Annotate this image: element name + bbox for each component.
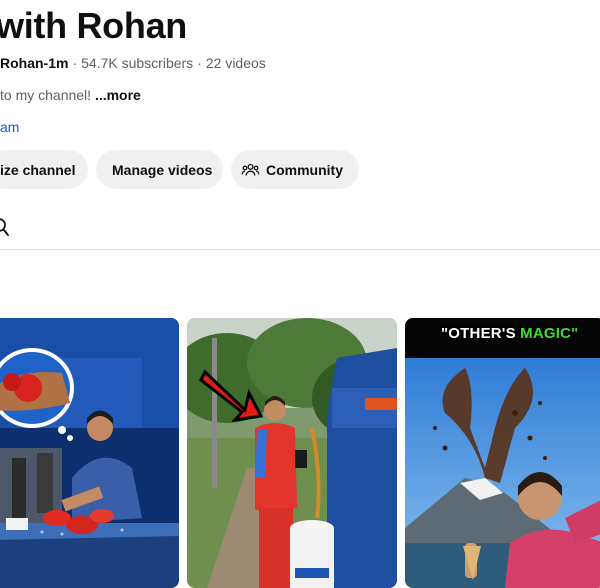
channel-handle[interactable]: Rohan-1m [0, 55, 68, 71]
description-text: to my channel! [0, 87, 95, 103]
community-icon [241, 163, 260, 176]
thumbnail-caption: "OTHER'S MAGIC" [441, 325, 578, 342]
channel-external-link[interactable]: am [0, 117, 19, 137]
caption-part-green: MAGIC" [520, 325, 579, 342]
customize-channel-button[interactable]: ize channel [0, 150, 88, 189]
volcano-thumbnail-image [405, 318, 600, 588]
tab-divider [0, 249, 600, 250]
meta-separator: · [72, 55, 78, 71]
search-icon[interactable] [0, 216, 14, 238]
subscriber-count: 54.7K subscribers [81, 55, 194, 71]
video-count: 22 videos [205, 55, 266, 71]
customize-channel-label: ize channel [0, 161, 76, 178]
community-button[interactable]: Community [231, 150, 359, 189]
channel-meta: Rohan-1m · 54.7K subscribers · 22 videos [0, 53, 266, 73]
channel-description[interactable]: to my channel! ...more [0, 85, 141, 105]
channel-title: with Rohan [0, 5, 187, 46]
video-thumbnail-2[interactable] [187, 318, 397, 588]
caption-part-white: "OTHER'S [441, 325, 521, 342]
video-thumbnail-3[interactable] [405, 318, 600, 588]
more-link[interactable]: ...more [95, 87, 141, 103]
video-thumbnail-1[interactable] [0, 318, 179, 588]
manage-videos-button[interactable]: Manage videos [96, 150, 223, 189]
community-label: Community [266, 161, 343, 178]
garbage-truck-thumbnail-image [187, 318, 397, 588]
boxer-thumbnail-image [0, 318, 179, 588]
meta-separator: · [197, 55, 202, 71]
manage-videos-label: Manage videos [112, 161, 213, 178]
